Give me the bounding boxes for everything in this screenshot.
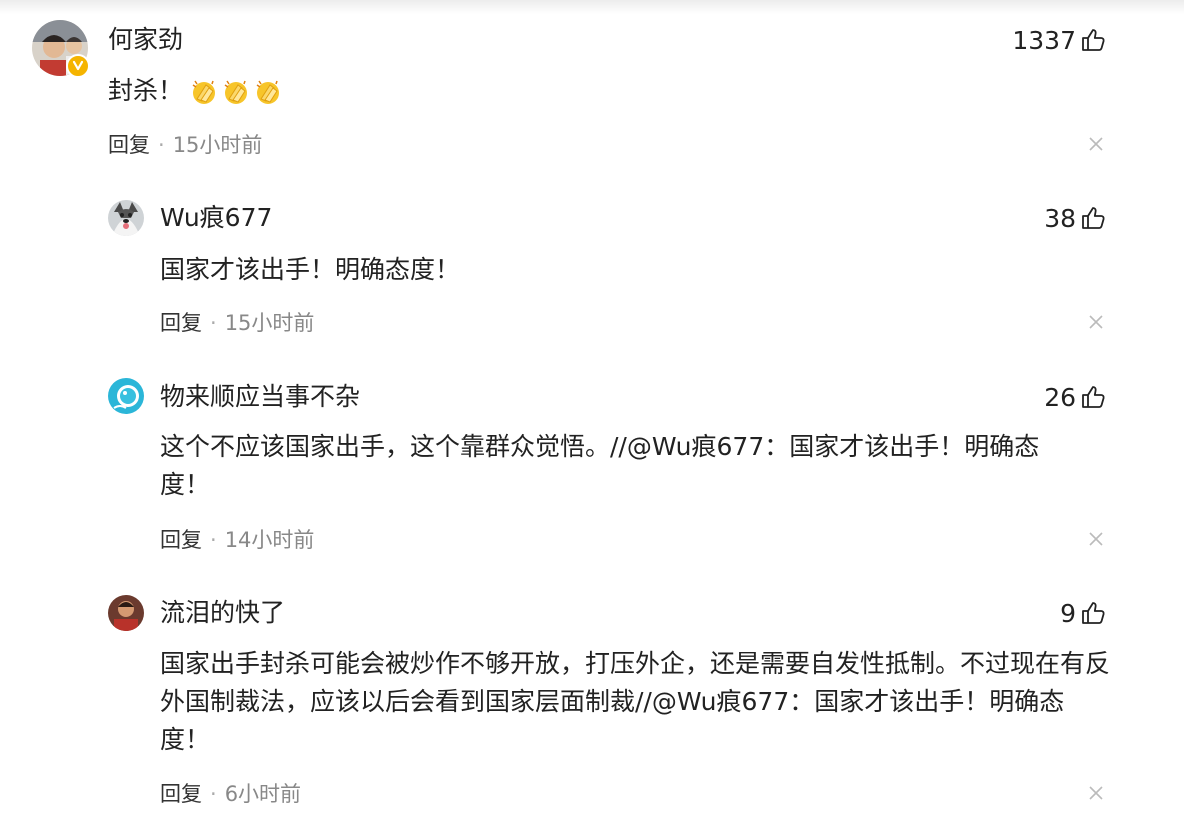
comment-username[interactable]: 何家劲 [108,24,183,56]
thumbs-up-icon [1080,384,1106,410]
thumbs-up-icon [1080,205,1106,231]
comment-username[interactable]: 物来顺应当事不杂 [160,381,360,413]
like-button[interactable]: 38 [1044,202,1106,234]
thumbs-up-icon [1080,27,1106,53]
close-icon[interactable] [1086,783,1106,803]
comment-text-content: 封杀！ [108,76,184,105]
comment-text: 国家才该出手！明确态度！ [160,255,461,284]
comment-text: 国家出手封杀可能会被炒作不够开放，打压外企，还是需要自发性抵制。不过现在有反外国… [160,649,1111,754]
reply-button[interactable]: 回复 [160,528,202,552]
separator-dot: · [210,311,217,335]
top-divider-shadow [0,0,1184,14]
comment-meta: 回复 · 15小时前 [108,131,262,159]
close-icon[interactable] [1086,529,1106,549]
like-count: 26 [1044,382,1076,412]
comment-meta: 回复 · 15小时前 [160,309,314,337]
comment-text: 这个不应该国家出手，这个靠群众觉悟。//@Wu痕677：国家才该出手！明确态度！ [160,432,1040,499]
thumbs-up-icon [1080,600,1106,626]
comment-meta: 回复 · 14小时前 [160,526,314,554]
separator-dot: · [158,133,165,157]
like-button[interactable]: 1337 [1012,24,1106,56]
comment-text: 封杀！ [108,72,285,110]
comment-meta: 回复 · 6小时前 [160,780,301,808]
like-count: 38 [1044,203,1076,233]
avatar[interactable] [108,378,144,414]
comment-time: 15小时前 [172,133,263,157]
like-count: 1337 [1012,25,1076,55]
separator-dot: · [210,782,217,806]
like-count: 9 [1060,598,1076,628]
comment-username[interactable]: Wu痕677 [160,202,272,234]
reply-button[interactable]: 回复 [160,782,202,806]
avatar[interactable] [108,595,144,631]
verified-badge-icon [66,54,90,78]
comment-time: 15小时前 [224,311,315,335]
like-button[interactable]: 9 [1060,597,1106,629]
comment-time: 6小时前 [224,782,302,806]
avatar[interactable] [108,200,144,236]
reply-button[interactable]: 回复 [160,311,202,335]
comment-time: 14小时前 [224,528,315,552]
like-button[interactable]: 26 [1044,381,1106,413]
separator-dot: · [210,528,217,552]
comment-username[interactable]: 流泪的快了 [160,597,285,629]
close-icon[interactable] [1086,312,1106,332]
close-icon[interactable] [1086,134,1106,154]
clapping-hands-emoji [189,77,285,107]
reply-button[interactable]: 回复 [108,133,150,157]
